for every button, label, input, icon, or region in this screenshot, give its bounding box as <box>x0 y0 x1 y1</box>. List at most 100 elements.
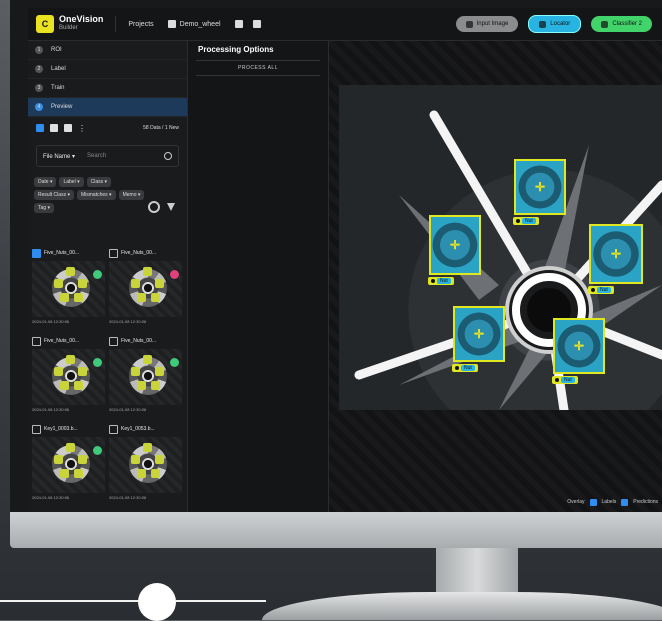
target-icon: ✛ <box>534 180 546 194</box>
card-thumbnail[interactable] <box>32 261 105 317</box>
step-number: 4 <box>35 103 43 111</box>
card-thumbnail[interactable] <box>32 437 105 493</box>
nav-divider <box>115 16 117 32</box>
nut-marker <box>78 279 87 288</box>
nut-detection-frame: ✛ <box>553 318 605 374</box>
filter-chip-date[interactable]: Date ▾ <box>34 177 57 187</box>
card-filename: Five_Nuts_00... <box>44 338 80 344</box>
nut-marker <box>151 469 160 478</box>
card-filename: Five_Nuts_00... <box>121 338 157 344</box>
step-label: Label <box>51 66 66 72</box>
detection-class: Nut <box>522 218 536 224</box>
detection-box[interactable]: ✛ Nut <box>552 318 605 384</box>
data-count: 58 Data / 1 New <box>143 125 179 131</box>
nut-marker <box>155 279 164 288</box>
image-card[interactable]: Five_Nuts_00... 2024-01-08 12:30:06 <box>32 335 105 419</box>
card-filename: Five_Nuts_00... <box>44 250 80 256</box>
more-icon[interactable]: ⋮ <box>78 124 86 133</box>
card-checkbox[interactable] <box>32 424 41 434</box>
copy-icon[interactable] <box>234 20 243 28</box>
gallery-toolbar: ⋮ 58 Data / 1 New <box>28 117 187 139</box>
process-all-button[interactable]: PROCESS ALL <box>196 60 320 76</box>
filter-chip-class[interactable]: Class ▾ <box>86 177 112 187</box>
card-thumbnail[interactable] <box>109 437 182 493</box>
gear-icon[interactable] <box>148 201 160 213</box>
image-card[interactable]: Five_Nuts_00... 2024-01-08 12:30:06 <box>109 335 182 419</box>
nut-marker <box>143 443 152 452</box>
status-badge <box>93 446 102 455</box>
filter-chip-result-class[interactable]: Result Class ▾ <box>34 190 74 200</box>
nut-detection-frame: ✛ <box>589 224 643 284</box>
video-icon[interactable] <box>64 124 72 132</box>
card-thumbnail[interactable] <box>109 349 182 405</box>
search-input[interactable]: Search <box>87 153 152 159</box>
image-card[interactable]: Five_Nuts_00... 2024-01-08 12:30:06 <box>32 247 105 331</box>
step-roi[interactable]: 1 ROI <box>28 41 187 60</box>
step-number: 2 <box>35 65 43 73</box>
card-checkbox[interactable] <box>109 336 118 346</box>
filter-actions <box>148 201 175 213</box>
grid-view-icon[interactable] <box>36 124 44 132</box>
tag-dot-icon <box>516 219 520 223</box>
nut-marker <box>54 455 63 464</box>
input-image-mode-button[interactable]: Input Image <box>455 16 519 32</box>
filter-chip-memo[interactable]: Memo ▾ <box>118 190 145 200</box>
nut-marker <box>54 279 63 288</box>
filter-chip-label[interactable]: Label ▾ <box>59 177 84 187</box>
classifier-mode-button[interactable]: Classifier 2 <box>591 16 652 32</box>
step-label: Preview <box>51 104 73 110</box>
step-label: ROI <box>51 47 62 53</box>
predictions-checkbox[interactable] <box>621 498 629 506</box>
nut-detection-frame: ✛ <box>514 159 566 215</box>
nut-marker <box>143 267 152 276</box>
card-thumbnail[interactable] <box>32 349 105 405</box>
nut-marker <box>143 355 152 364</box>
card-checkbox[interactable] <box>32 336 41 346</box>
nut-marker <box>60 293 69 302</box>
filter-icon[interactable] <box>167 203 175 211</box>
image-card[interactable]: Five_Nuts_00... 2024-01-08 12:30:06 <box>109 247 182 331</box>
image-viewer[interactable]: ✛ Nut ✛ Nut ✛ Nut ✛ Nut ✛ Nut Overlay La… <box>329 41 662 512</box>
image-card[interactable]: Key2_Missing... <box>109 511 182 512</box>
step-label[interactable]: 2 Label <box>28 60 187 79</box>
detection-label-tag: Nut <box>428 277 454 285</box>
app-screen: C OneVision Builder Projects Demo_wheel … <box>28 8 662 512</box>
detection-box[interactable]: ✛ Nut <box>428 215 481 285</box>
labels-checkbox[interactable] <box>589 498 597 506</box>
app-logo-text: OneVision Builder <box>59 15 103 33</box>
image-card[interactable]: Key1_0053.b... 2024-01-08 12:30:06 <box>109 423 182 507</box>
card-thumbnail[interactable] <box>109 261 182 317</box>
project-breadcrumb[interactable]: Demo_wheel <box>167 20 221 28</box>
nut-marker <box>74 469 83 478</box>
step-preview[interactable]: 4 Preview <box>28 98 187 117</box>
detection-box[interactable]: ✛ Nut <box>513 159 566 225</box>
card-checkbox[interactable] <box>109 248 118 258</box>
target-icon: ✛ <box>473 327 485 341</box>
locator-icon <box>539 20 547 28</box>
nut-marker <box>78 367 87 376</box>
search-field-select[interactable]: File Name ▾ <box>43 153 75 160</box>
card-filename: Key1_0003.b... <box>44 426 78 432</box>
nut-marker <box>131 367 140 376</box>
image-card[interactable]: Key1_0003.b... 2024-01-08 12:30:06 <box>32 423 105 507</box>
predictions-toggle-label: Predictions <box>633 499 658 505</box>
step-number: 1 <box>35 46 43 54</box>
detection-box[interactable]: ✛ Nut <box>452 306 505 372</box>
nut-marker <box>78 455 87 464</box>
card-checkbox[interactable] <box>109 424 118 434</box>
detection-box[interactable]: ✛ Nut <box>588 224 643 294</box>
filter-chip-mismatches[interactable]: Mismatches ▾ <box>76 190 116 200</box>
file-icon[interactable] <box>50 124 58 132</box>
card-header: Key1_0003.b... <box>32 423 105 435</box>
search-icon[interactable] <box>164 152 172 160</box>
step-train[interactable]: 3 Train <box>28 79 187 98</box>
projects-link[interactable]: Projects <box>128 21 153 28</box>
export-icon[interactable] <box>252 20 261 28</box>
locator-mode-button[interactable]: Locator <box>528 15 582 33</box>
detection-class: Nut <box>561 377 575 383</box>
search-bar[interactable]: File Name ▾ Search <box>36 145 179 167</box>
filter-chip-tag[interactable]: Tag ▾ <box>34 203 54 213</box>
image-gallery: Five_Nuts_00... 2024-01-08 12:30:06 Five… <box>32 247 182 512</box>
image-card[interactable]: Key2_Missing... <box>32 511 105 512</box>
card-checkbox[interactable] <box>32 248 41 258</box>
